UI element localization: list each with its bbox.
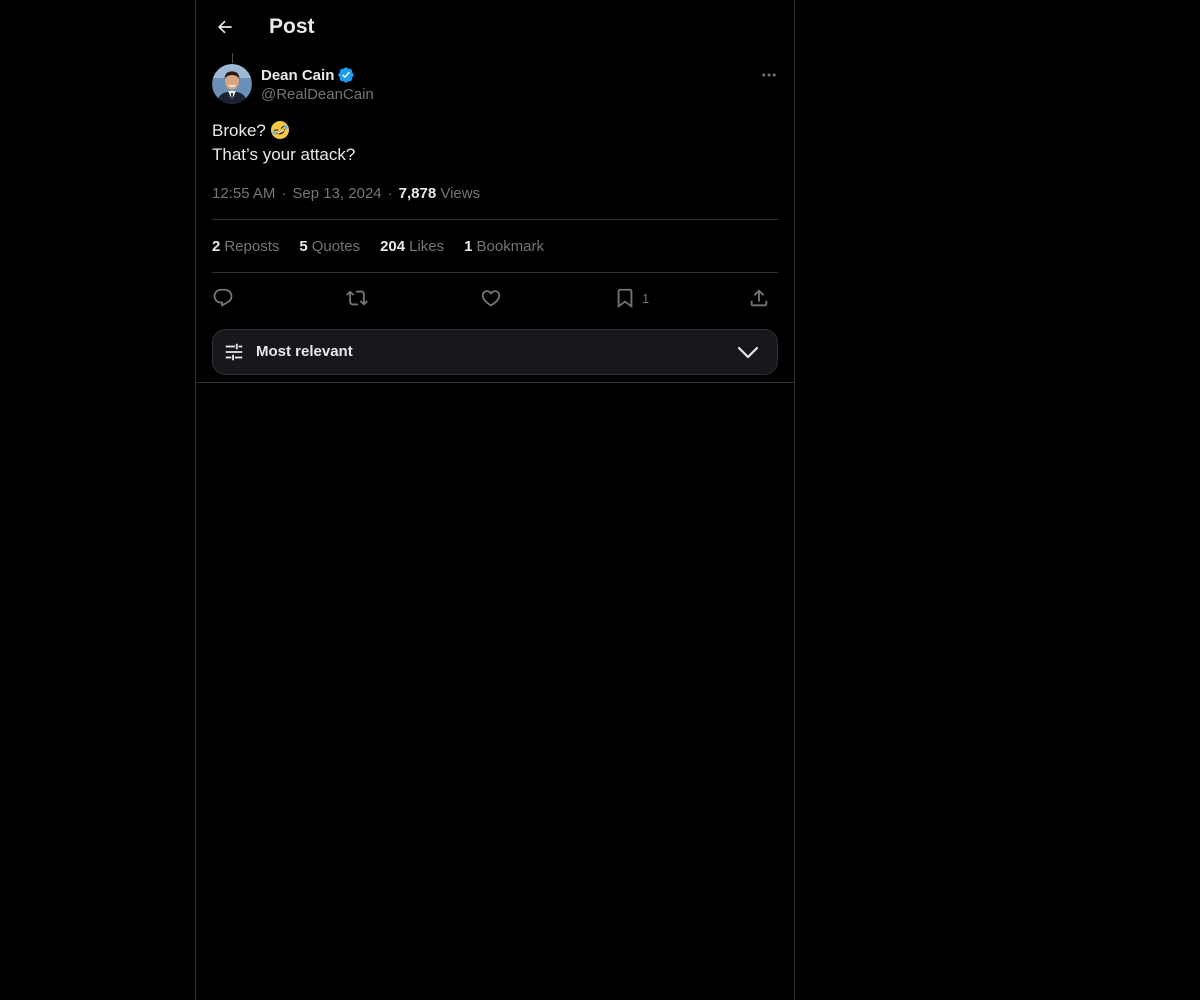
post-time[interactable]: 12:55 AM (212, 185, 275, 202)
divider (196, 382, 794, 383)
verified-badge-icon[interactable] (337, 66, 355, 84)
post-metadata: 12:55 AM · Sep 13, 2024 · 7,878 Views (212, 184, 480, 204)
reposts-stat[interactable]: 2 Reposts (212, 237, 279, 257)
author-name-row: Dean Cain (261, 64, 355, 86)
meta-separator: · (387, 185, 393, 202)
heart-icon[interactable] (480, 287, 502, 309)
likes-stat[interactable]: 204 Likes (380, 237, 444, 257)
more-icon[interactable] (760, 66, 778, 84)
post-date[interactable]: Sep 13, 2024 (292, 185, 381, 202)
divider (212, 219, 778, 220)
share-button[interactable] (748, 284, 770, 312)
meta-separator: · (281, 185, 287, 202)
bookmark-icon[interactable] (614, 287, 636, 309)
author-handle[interactable]: @RealDeanCain (261, 86, 374, 103)
bookmarks-stat[interactable]: 1 Bookmark (464, 237, 544, 257)
chevron-down-icon (737, 346, 759, 359)
rolling-on-floor-laughing-emoji (270, 120, 290, 140)
main-column: Post Dean Cain @RealDeanCain Broke? That… (195, 0, 795, 1000)
reply-button[interactable] (212, 284, 234, 312)
reply-sort-dropdown[interactable]: Most relevant (212, 329, 778, 375)
author-display-name[interactable]: Dean Cain (261, 67, 334, 84)
bookmark-count: 1 (642, 290, 650, 306)
action-bar: 1 (212, 284, 778, 312)
avatar[interactable] (212, 64, 252, 104)
share-icon[interactable] (748, 287, 770, 309)
post-text-line: That’s your attack? (212, 145, 356, 164)
post-text: Broke? That’s your attack? (212, 119, 772, 167)
repost-icon[interactable] (346, 287, 368, 309)
sliders-icon (225, 343, 243, 361)
arrow-left-icon[interactable] (215, 17, 235, 37)
repost-button[interactable] (346, 284, 368, 312)
more-options-button[interactable] (754, 62, 784, 88)
views-count: 7,878 (398, 185, 437, 202)
sort-label: Most relevant (256, 343, 353, 360)
thread-connector-line (232, 53, 233, 63)
post-stats: 2 Reposts 5 Quotes 204 Likes 1 Bookmark (212, 237, 564, 257)
back-button[interactable] (208, 10, 242, 44)
divider (212, 272, 778, 273)
bookmark-button[interactable]: 1 (614, 284, 649, 312)
post-text-line: Broke? (212, 119, 772, 143)
like-button[interactable] (480, 284, 502, 312)
reply-icon[interactable] (212, 287, 234, 309)
views-label: Views (440, 185, 481, 202)
post-header: Post (196, 0, 794, 53)
quotes-stat[interactable]: 5 Quotes (299, 237, 360, 257)
page-title: Post (269, 15, 315, 38)
